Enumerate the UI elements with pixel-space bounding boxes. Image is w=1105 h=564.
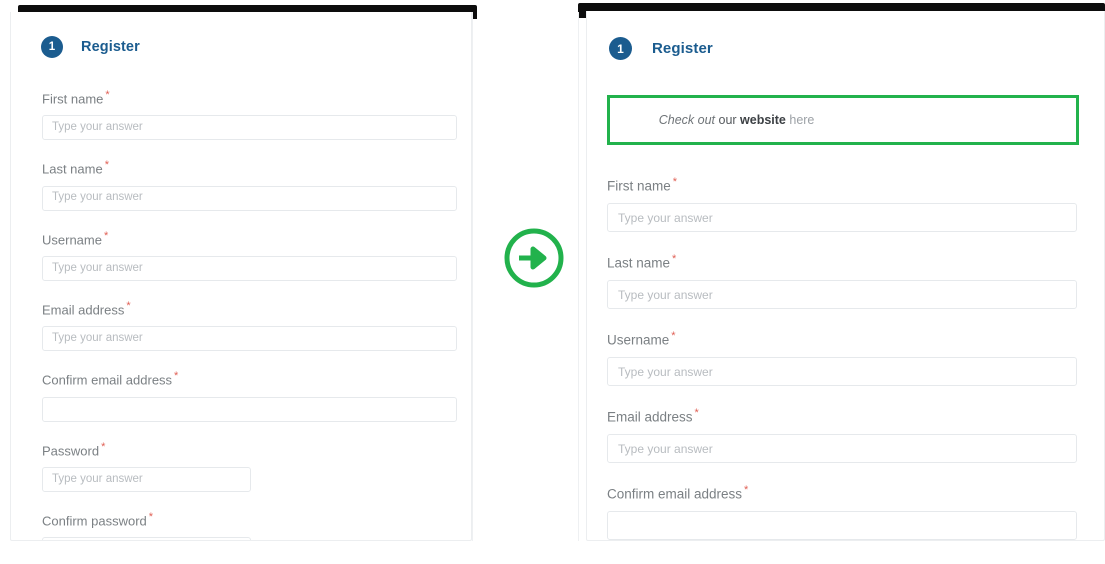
field-label-text: Username (42, 231, 102, 247)
field-label-text: Username (607, 332, 670, 348)
form-field: Last name * Type your answer (42, 160, 471, 211)
rich-text-block-highlighted[interactable]: Check out our website here (607, 95, 1079, 145)
form-field: Username * Type your answer (42, 229, 471, 281)
field-label: Confirm password * (42, 510, 471, 537)
field-label-text: Confirm email address (42, 372, 173, 388)
text-input[interactable]: Type your answer (607, 280, 1077, 309)
rich-text-italic-part: Check out (658, 113, 716, 127)
required-asterisk: * (672, 176, 678, 188)
field-label: Email address * (607, 408, 1104, 434)
field-label-text: First name (42, 91, 104, 107)
field-label: Username * (607, 331, 1104, 357)
form-field: Last name * Type your answer (607, 254, 1104, 309)
before-form-card: 1 Register First name * Type your answer La… (10, 12, 472, 541)
right-field-list: First name * Type your answer Last name * Typ… (587, 177, 1104, 540)
text-input[interactable]: Type your answer (42, 466, 251, 492)
field-label-text: Email address (607, 409, 693, 425)
field-label-text: Last name (42, 161, 103, 177)
after-form-card: 1 Register Check out our website here Fi… (586, 11, 1105, 541)
left-step-header: 1 Register (11, 12, 471, 58)
page-seam-left (472, 12, 473, 541)
text-input[interactable]: Type your answer (42, 185, 457, 211)
field-label: Email address * (42, 299, 471, 326)
required-asterisk: * (126, 299, 131, 312)
input-placeholder: Type your answer (52, 191, 143, 204)
screenshot-stage: 1 Register First name * Type your answer La… (0, 0, 1105, 564)
field-label-text: Confirm password (42, 513, 147, 529)
input-placeholder: Type your answer (52, 261, 143, 274)
required-asterisk: * (671, 330, 676, 342)
text-input[interactable] (42, 396, 457, 422)
rich-text-normal-part: our (715, 113, 741, 127)
form-field: Password * Type your answer (42, 440, 471, 492)
field-label-text: Confirm email address (607, 486, 743, 502)
text-input[interactable]: Type your answer (42, 255, 457, 281)
rich-text-bold-link-part[interactable]: website (740, 113, 786, 127)
text-input[interactable]: Type your answer (607, 203, 1077, 232)
right-step-header: 1 Register (587, 11, 1104, 60)
input-placeholder: Type your answer (52, 472, 143, 485)
text-input[interactable]: Type your answer (42, 115, 457, 141)
field-label-text: Email address (42, 302, 125, 318)
arrow-right-circle-icon (504, 228, 564, 288)
input-placeholder: Type your answer (618, 364, 713, 379)
left-field-list: First name * Type your answer Last name * Typ… (11, 90, 471, 540)
text-input[interactable]: Type your answer (607, 357, 1077, 386)
input-placeholder: Type your answer (52, 121, 143, 134)
required-asterisk: * (174, 370, 179, 383)
text-input[interactable] (607, 511, 1077, 540)
page-seam-right (578, 12, 579, 541)
form-field: Username * Type your answer (607, 331, 1104, 386)
field-label: Password * (42, 440, 471, 467)
form-field: Confirm email address * (607, 485, 1104, 540)
form-field: Confirm password*Type your answer (42, 510, 471, 540)
form-field: First name * Type your answer (607, 177, 1104, 232)
left-step-title: Register (81, 39, 140, 55)
field-label: Last name * (42, 160, 471, 185)
field-label-text: Last name (607, 255, 671, 271)
field-label: Confirm email address * (42, 371, 471, 396)
input-placeholder: Type your answer (52, 332, 143, 345)
required-asterisk: * (105, 89, 110, 101)
field-label: Username * (42, 229, 471, 256)
field-label: Confirm email address * (607, 485, 1104, 511)
right-step-number-badge: 1 (609, 37, 632, 60)
text-input[interactable]: Type your answer (42, 326, 457, 352)
form-field: Email address * Type your answer (42, 299, 471, 352)
field-label: First name * (607, 177, 1104, 203)
field-label: Last name * (607, 254, 1104, 280)
rich-text-content: Check out our website here (624, 99, 815, 141)
text-input[interactable]: Type your answer (607, 434, 1077, 463)
left-step-number-badge: 1 (41, 36, 63, 58)
right-step-title: Register (652, 40, 713, 57)
required-asterisk: * (101, 440, 106, 453)
required-asterisk: * (694, 407, 699, 419)
field-label-text: Password (42, 442, 100, 458)
required-asterisk: * (744, 484, 749, 496)
transition-arrow (503, 227, 565, 289)
field-label: First name * (42, 90, 471, 115)
input-placeholder: Type your answer (618, 287, 713, 302)
input-placeholder: Type your answer (618, 210, 713, 225)
field-label-text: First name (607, 178, 671, 194)
form-field: Confirm email address * (42, 371, 471, 422)
required-asterisk: * (103, 229, 109, 242)
text-input[interactable]: Type your answer (42, 537, 251, 540)
required-asterisk: * (672, 253, 677, 265)
rich-text-light-part: here (785, 113, 815, 127)
input-placeholder: Type your answer (618, 441, 713, 456)
required-asterisk: * (148, 510, 154, 523)
form-field: Email address * Type your answer (607, 408, 1104, 463)
required-asterisk: * (104, 159, 109, 172)
form-field: First name * Type your answer (42, 90, 471, 141)
